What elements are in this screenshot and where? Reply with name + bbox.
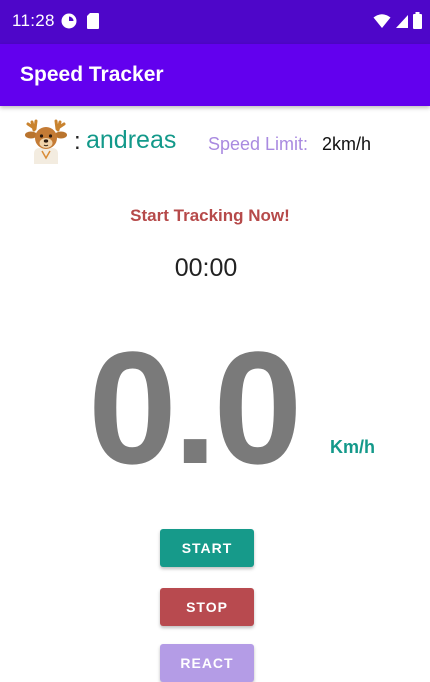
user-colon: :: [74, 128, 81, 155]
user-row: : andreas Speed Limit: 2km/h: [22, 118, 412, 168]
stop-button[interactable]: STOP: [160, 588, 254, 626]
react-button[interactable]: REACT: [160, 644, 254, 682]
data-saver-icon: [60, 12, 78, 35]
speed-limit-value: 2km/h: [322, 134, 372, 154]
tracking-message: Start Tracking Now!: [130, 206, 290, 225]
sim-card-icon: [86, 12, 100, 35]
timer-display: 00:00: [174, 254, 238, 282]
deer-avatar-icon: [22, 118, 70, 166]
speed-value: 0.0: [88, 318, 302, 497]
status-bar: 11:28: [0, 0, 430, 44]
start-button[interactable]: START: [160, 529, 254, 567]
user-name: andreas: [86, 126, 177, 154]
wifi-icon: [373, 13, 391, 34]
speed-limit-label: Speed Limit:: [208, 134, 309, 154]
speed-unit: Km/h: [330, 437, 375, 457]
status-time: 11:28: [12, 11, 55, 30]
status-right-icons: [373, 12, 422, 34]
app-title: Speed Tracker: [20, 63, 164, 86]
battery-icon: [413, 12, 422, 34]
signal-icon: [395, 13, 409, 34]
app-bar: Speed Tracker: [0, 44, 430, 106]
status-left-icons: [60, 12, 100, 35]
